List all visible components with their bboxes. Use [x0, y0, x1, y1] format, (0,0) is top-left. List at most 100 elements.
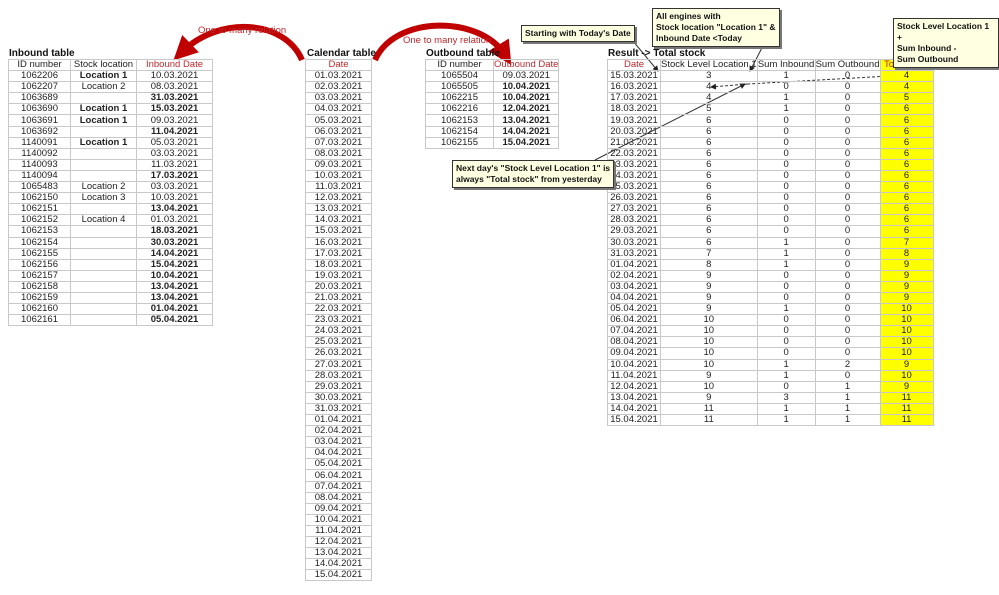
table-cell: 9	[660, 291, 758, 305]
table-cell: 0	[756, 380, 816, 393]
table-cell: 13.03.2021	[305, 203, 372, 216]
table-cell: 0	[814, 303, 881, 316]
table-cell: 29.03.2021	[305, 380, 372, 393]
table-cell: 11	[879, 391, 934, 404]
table-row: 1140094 17.03.2021	[8, 169, 213, 183]
table-cell: 0	[814, 269, 881, 282]
table-cell: 04.03.2021	[305, 103, 372, 116]
table-cell: 9	[660, 369, 758, 382]
table-cell: 0	[756, 225, 816, 238]
table-row: 07.03.2021	[305, 136, 372, 149]
note-line: Stock location "Location 1" &	[656, 22, 776, 32]
table-cell: 0	[814, 236, 881, 249]
table-cell: 0	[814, 181, 881, 194]
table-cell: 14.04.2021	[305, 558, 372, 571]
table-row: 20.03.2021 6 0 0 6	[607, 125, 934, 138]
table-row: 08.03.2021	[305, 147, 372, 160]
table-row: 24.03.2021 6 0 0 6	[607, 169, 934, 183]
table-cell: 22.03.2021	[607, 147, 661, 160]
table-cell: 5	[879, 92, 934, 105]
table-cell	[70, 314, 137, 327]
table-cell: 0	[814, 369, 881, 382]
table-row: 1062158 13.04.2021	[8, 280, 213, 293]
table-row: 11.03.2021	[305, 181, 372, 194]
table-cell: 9	[660, 269, 758, 282]
table-cell: 03.04.2021	[305, 436, 372, 449]
table-cell: 31.03.2021	[136, 92, 213, 105]
table-cell: 10	[660, 380, 758, 393]
table-cell: 06.03.2021	[305, 125, 372, 138]
table-row: 1062160 01.04.2021	[8, 303, 213, 316]
table-cell: 01.04.2021	[607, 258, 661, 271]
table-cell: 6	[879, 136, 934, 149]
table-cell: 10.04.2021	[305, 513, 372, 526]
note-line: Inbound Date <Today	[656, 33, 743, 43]
table-cell: 08.04.2021	[607, 336, 661, 349]
table-cell: 31.03.2021	[607, 247, 661, 260]
table-cell: 0	[756, 269, 816, 282]
note-line: always "Total stock" from yesterday	[456, 174, 602, 184]
table-cell: 0	[756, 158, 816, 171]
table-row: 19.03.2021	[305, 269, 372, 282]
table-cell: 05.04.2021	[136, 314, 213, 327]
table-cell: 1	[756, 358, 816, 371]
table-row: 31.03.2021	[305, 402, 372, 416]
table-cell: 0	[756, 347, 816, 360]
table-cell: 0	[756, 291, 816, 305]
table-row: 16.03.2021	[305, 236, 372, 249]
table-cell: 21.03.2021	[607, 136, 661, 149]
table-cell: 3	[660, 70, 758, 83]
table-cell: 1140092	[8, 147, 71, 160]
table-row: 28.03.2021 6 0 0 6	[607, 214, 934, 227]
table-cell: 6	[879, 214, 934, 227]
table-row: 09.04.2021 10 0 0 10	[607, 347, 934, 360]
table-cell: 0	[814, 203, 881, 216]
table-cell: 0	[756, 325, 816, 338]
table-cell: 1	[814, 413, 881, 427]
table-row: 12.04.2021	[305, 536, 372, 549]
table-cell: 1063692	[8, 125, 71, 138]
table-cell: 6	[879, 114, 934, 127]
outbound-title: Outbound table	[426, 48, 500, 59]
table-cell: 1062153	[425, 114, 494, 127]
table-row: 02.04.2021 9 0 0 9	[607, 269, 934, 282]
table-row: 1063689 31.03.2021	[8, 92, 213, 105]
table-row: 06.04.2021 10 0 0 10	[607, 314, 934, 327]
table-cell: 0	[814, 125, 881, 138]
table-cell: 0	[814, 225, 881, 238]
table-cell: 12.04.2021	[305, 536, 372, 549]
table-cell: 15.04.2021	[305, 569, 372, 582]
table-cell: 10	[879, 325, 934, 338]
table-cell: 24.03.2021	[305, 325, 372, 338]
note-line: Next day's "Stock Level Location 1" is	[456, 163, 611, 173]
table-cell: 0	[814, 103, 881, 116]
table-row: 05.04.2021	[305, 458, 372, 471]
table-cell: 11	[879, 402, 934, 416]
table-cell: 0	[814, 214, 881, 227]
table-cell: 10	[660, 314, 758, 327]
note-today: Starting with Today's Date	[521, 25, 635, 42]
table-cell: 14.04.2021	[136, 247, 213, 260]
table-row: 08.04.2021	[305, 491, 372, 504]
table-cell: 23.03.2021	[607, 158, 661, 171]
table-row: 1062156 15.04.2021	[8, 258, 213, 271]
table-cell: 4	[660, 92, 758, 105]
table-row: 14.04.2021	[305, 558, 372, 571]
table-cell: 1063689	[8, 92, 71, 105]
table-row: 11.04.2021 9 1 0 10	[607, 369, 934, 382]
table-cell: 0	[814, 169, 881, 183]
table-cell: 02.03.2021	[305, 81, 372, 94]
table-cell	[70, 247, 137, 260]
table-row: 1065504 09.03.2021	[425, 70, 560, 83]
table-row: 1062151 13.04.2021	[8, 203, 213, 216]
table-row: 14.04.2021 11 1 1 11	[607, 402, 934, 416]
table-row: 05.03.2021	[305, 114, 372, 127]
table-row: 04.03.2021	[305, 103, 372, 116]
table-cell: 6	[879, 169, 934, 183]
table-cell: 05.03.2021	[136, 136, 213, 149]
table-cell: 27.03.2021	[607, 203, 661, 216]
table-cell: 27.03.2021	[305, 358, 372, 371]
inbound-table: ID number Stock location Inbound Date 1062…	[8, 58, 213, 327]
table-row: 20.03.2021	[305, 280, 372, 293]
table-cell: 1	[756, 247, 816, 260]
